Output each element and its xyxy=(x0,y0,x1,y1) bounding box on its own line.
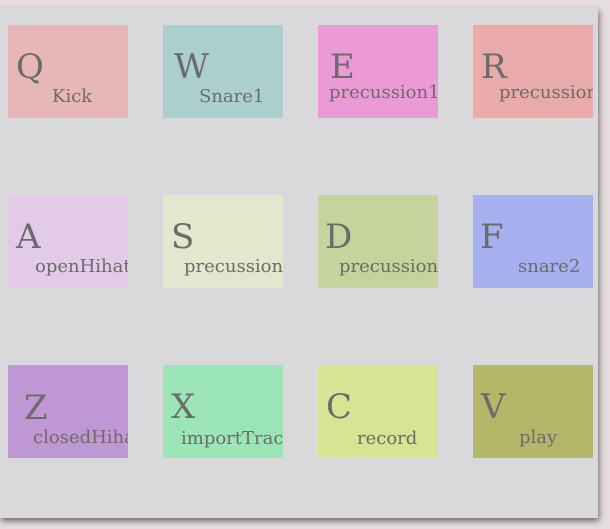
pad-sound-name: Snare1 xyxy=(199,86,265,107)
pad-a-openhihat[interactable]: A openHihat xyxy=(8,195,128,288)
pad-key-label: D xyxy=(325,217,353,257)
pad-w-snare1[interactable]: W Snare1 xyxy=(163,25,283,118)
pad-sound-name: play xyxy=(519,427,558,448)
pad-s-precussion3[interactable]: S precussion3 xyxy=(163,195,283,288)
pad-key-label: X xyxy=(171,387,196,427)
pad-sound-name: snare2 xyxy=(518,256,581,277)
pad-key-label: C xyxy=(326,387,353,427)
pad-sound-name: openHihat xyxy=(35,256,128,277)
pad-key-label: V xyxy=(481,387,506,427)
pad-d-precussion4[interactable]: D precussion4 xyxy=(318,195,438,288)
pad-sound-name: importTrack xyxy=(181,428,283,449)
pad-f-snare2[interactable]: F snare2 xyxy=(473,195,593,288)
drum-pad-panel: Q Kick W Snare1 E precussion1 R precussi… xyxy=(0,8,598,518)
pad-sound-name: Kick xyxy=(52,86,93,107)
pad-sound-name: closedHihat xyxy=(33,427,128,448)
pad-key-label: R xyxy=(481,47,507,87)
pad-r-precussion2[interactable]: R precussion2 xyxy=(473,25,593,118)
pad-sound-name: record xyxy=(357,428,418,449)
pad-key-label: S xyxy=(171,217,195,257)
pad-key-label: Q xyxy=(16,47,44,87)
pad-sound-name: precussion2 xyxy=(499,82,593,103)
pad-key-label: A xyxy=(16,217,41,257)
pad-q-kick[interactable]: Q Kick xyxy=(8,25,128,118)
pad-sound-name: precussion1 xyxy=(329,82,438,103)
pad-sound-name: precussion4 xyxy=(339,256,438,277)
pad-e-precussion1[interactable]: E precussion1 xyxy=(318,25,438,118)
pad-sound-name: precussion3 xyxy=(184,256,283,277)
pad-key-label: E xyxy=(330,47,355,87)
pad-x-importtrack[interactable]: X importTrack xyxy=(163,365,283,458)
pad-z-closedhihat[interactable]: Z closedHihat xyxy=(8,365,128,458)
pad-key-label: F xyxy=(480,217,504,257)
pad-key-label: Z xyxy=(24,388,48,428)
pad-v-play[interactable]: V play xyxy=(473,365,593,458)
pad-key-label: W xyxy=(174,47,209,87)
pad-c-record[interactable]: C record xyxy=(318,365,438,458)
